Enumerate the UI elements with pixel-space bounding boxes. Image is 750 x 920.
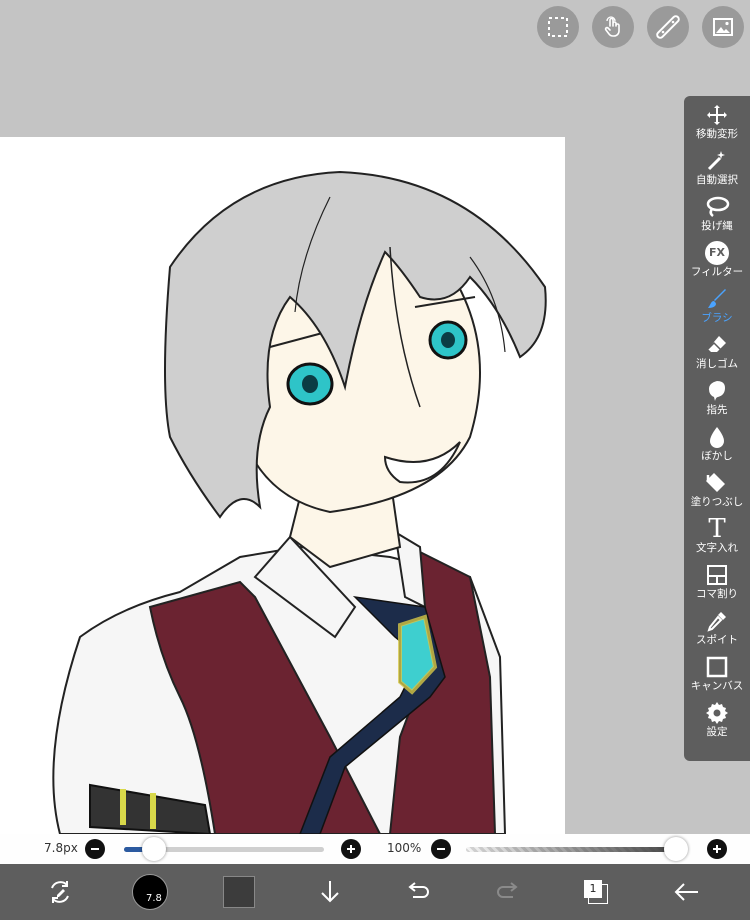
brush-size-slider[interactable] — [124, 834, 324, 864]
tool-filter[interactable]: FX フィルター — [684, 240, 750, 286]
opacity-decrease-button[interactable] — [431, 839, 451, 859]
secondary-color-swatch — [223, 876, 255, 908]
tool-frame[interactable]: コマ割り — [684, 562, 750, 608]
tool-fill[interactable]: 塗りつぶし — [684, 470, 750, 516]
brush-size-badge: 7.8 — [146, 893, 162, 904]
layers-button[interactable]: 1 — [576, 872, 616, 912]
selection-icon — [548, 17, 568, 37]
minus-icon — [91, 848, 99, 850]
touch-gesture-icon — [604, 16, 620, 37]
opacity-knob[interactable] — [664, 837, 688, 861]
tool-panel: 移動変形 自動選択 投げ縄 FX フィルター ブラシ 消しゴム 指先 ぼかし 塗… — [684, 96, 750, 761]
layer-count: 1 — [584, 880, 602, 898]
rotate-tools-icon — [51, 881, 69, 903]
opacity-label: 100% — [387, 841, 422, 855]
ruler-button[interactable] — [647, 6, 689, 48]
transform-toggle-button[interactable] — [40, 872, 80, 912]
tool-text-label: 文字入れ — [696, 542, 738, 554]
tool-eyedropper[interactable]: スポイト — [684, 608, 750, 654]
eraser-icon — [707, 336, 726, 352]
tool-brush[interactable]: ブラシ — [684, 286, 750, 332]
redo-button[interactable] — [488, 872, 528, 912]
layers-icon: 1 — [583, 879, 609, 905]
redo-icon — [497, 882, 518, 898]
brush-icon — [708, 289, 726, 308]
tool-smudge[interactable]: 指先 — [684, 378, 750, 424]
image-button[interactable] — [702, 6, 744, 48]
tool-smudge-label: 指先 — [706, 404, 728, 416]
magic-wand-icon — [707, 151, 725, 171]
arrow-left-icon — [674, 883, 698, 901]
tool-magic-wand[interactable]: 自動選択 — [684, 148, 750, 194]
download-button[interactable] — [310, 872, 350, 912]
tool-frame-label: コマ割り — [696, 588, 738, 600]
brush-size-increase-button[interactable] — [341, 839, 361, 859]
tool-settings-label: 設定 — [706, 726, 728, 738]
tool-lasso[interactable]: 投げ縄 — [684, 194, 750, 240]
brush-size-decrease-button[interactable] — [85, 839, 105, 859]
tool-settings[interactable]: 設定 — [684, 700, 750, 746]
move-icon — [707, 105, 727, 125]
brush-color-circle: 7.8 — [132, 874, 168, 910]
eyedropper-icon — [707, 612, 726, 632]
tool-magic-wand-label: 自動選択 — [696, 174, 738, 186]
undo-icon — [408, 882, 429, 898]
tool-eyedropper-label: スポイト — [696, 634, 738, 646]
tool-lasso-label: 投げ縄 — [701, 220, 733, 232]
lasso-icon — [706, 196, 730, 217]
tool-eraser[interactable]: 消しゴム — [684, 332, 750, 378]
tool-fill-label: 塗りつぶし — [690, 496, 744, 508]
ruler-icon — [656, 15, 680, 39]
character-illustration — [52, 170, 547, 834]
opacity-track — [466, 847, 686, 852]
gear-icon — [706, 702, 728, 724]
undo-button[interactable] — [398, 872, 438, 912]
tool-canvas[interactable]: キャンバス — [684, 654, 750, 700]
drawing-canvas[interactable] — [0, 137, 565, 834]
brush-size-knob[interactable] — [142, 837, 166, 861]
blur-drop-icon — [710, 427, 724, 448]
fx-icon: FX — [705, 241, 729, 265]
secondary-color-button[interactable] — [219, 872, 259, 912]
smudge-icon — [709, 381, 725, 401]
selection-button[interactable] — [537, 6, 579, 48]
tool-canvas-label: キャンバス — [690, 680, 744, 692]
fill-bucket-icon — [706, 473, 725, 492]
touch-gesture-button[interactable] — [592, 6, 634, 48]
canvas-icon — [706, 656, 728, 678]
tool-blur-label: ぼかし — [701, 450, 733, 462]
plus-icon — [713, 845, 721, 853]
tool-eraser-label: 消しゴム — [696, 358, 738, 370]
brush-preview-button[interactable]: 7.8 — [130, 872, 170, 912]
brush-size-label: 7.8px — [44, 841, 78, 855]
bottom-toolbar: 7.8 1 — [0, 864, 750, 920]
tool-filter-label: フィルター — [690, 266, 744, 278]
opacity-slider[interactable] — [466, 834, 688, 864]
back-button[interactable] — [666, 872, 706, 912]
slider-bar: 7.8px 100% — [0, 834, 750, 864]
plus-icon — [347, 845, 355, 853]
arrow-down-icon — [321, 881, 339, 903]
frame-divider-icon — [707, 565, 727, 585]
opacity-increase-button[interactable] — [707, 839, 727, 859]
image-icon — [713, 18, 733, 36]
tool-brush-label: ブラシ — [701, 312, 733, 324]
tool-blur[interactable]: ぼかし — [684, 424, 750, 470]
text-icon: T — [708, 514, 726, 544]
tool-move[interactable]: 移動変形 — [684, 102, 750, 148]
tool-move-label: 移動変形 — [696, 128, 738, 140]
minus-icon — [437, 848, 445, 850]
tool-text[interactable]: T 文字入れ — [684, 516, 750, 562]
